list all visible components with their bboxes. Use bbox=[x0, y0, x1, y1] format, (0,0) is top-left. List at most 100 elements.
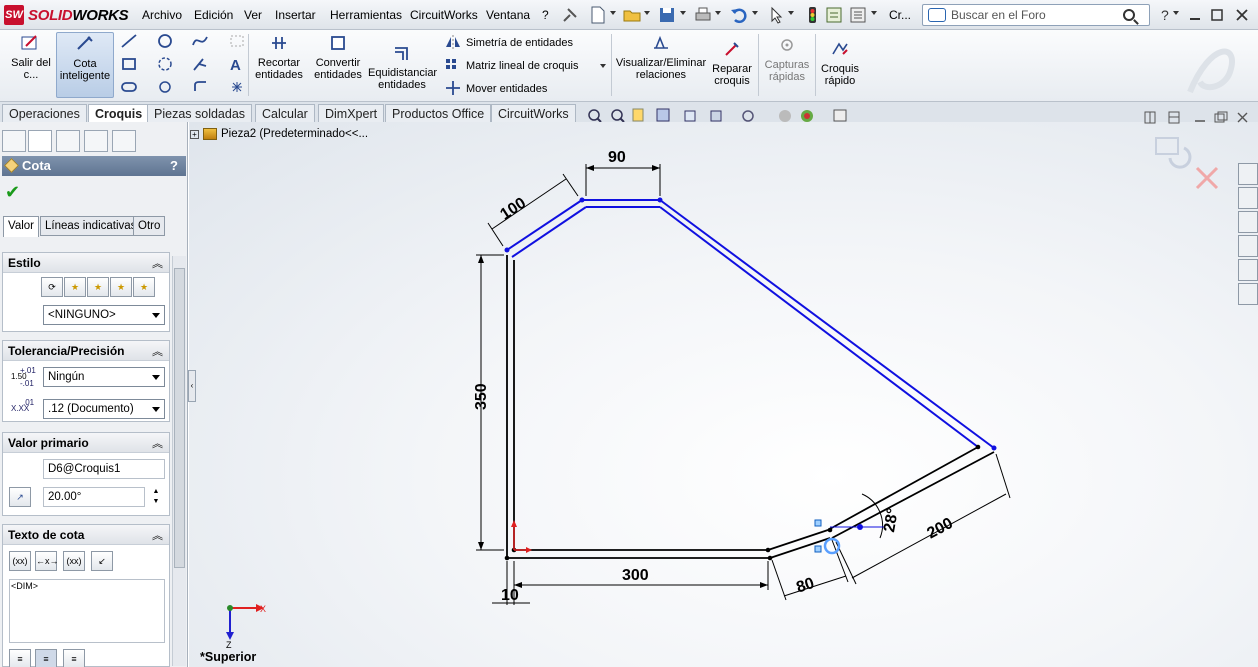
custom-properties-icon[interactable] bbox=[1238, 283, 1258, 305]
precision-combo[interactable]: .12 (Documento) bbox=[43, 399, 165, 419]
repair-sketch-button[interactable]: Reparar croquis bbox=[708, 38, 756, 87]
load-style-icon[interactable]: ★ bbox=[133, 277, 155, 297]
trim-corner-icon[interactable] bbox=[191, 79, 209, 95]
linear-pattern-button[interactable]: Matriz lineal de croquis bbox=[466, 60, 579, 72]
options-icon[interactable] bbox=[848, 5, 868, 25]
hide-show-items-icon[interactable] bbox=[742, 110, 754, 122]
resources-home-icon[interactable] bbox=[1238, 163, 1258, 185]
help-button[interactable]: ? bbox=[170, 158, 178, 173]
rectangle-tool-icon[interactable] bbox=[120, 56, 138, 72]
text-tool-icon[interactable]: A bbox=[228, 56, 246, 72]
view-settings-icon[interactable] bbox=[833, 109, 847, 122]
rebuild-traffic-light-icon[interactable] bbox=[802, 5, 822, 25]
fillet-tool-icon[interactable] bbox=[191, 56, 209, 72]
search-forum[interactable]: Buscar en el Foro bbox=[922, 4, 1150, 26]
view-palette-icon[interactable] bbox=[1238, 235, 1258, 257]
delete-style-icon[interactable]: ★ bbox=[87, 277, 109, 297]
exit-sketch-corner-icon[interactable] bbox=[1155, 137, 1192, 169]
tab-croquis[interactable]: Croquis bbox=[88, 104, 150, 123]
pm-tab-valor[interactable]: Valor bbox=[3, 216, 39, 237]
zoom-to-fit-icon[interactable] bbox=[588, 109, 602, 123]
menu-archivo[interactable]: Archivo bbox=[142, 8, 182, 22]
collapse-chevron-icon[interactable]: ︽ bbox=[152, 527, 163, 543]
print-icon[interactable] bbox=[693, 5, 713, 25]
menu-ver[interactable]: Ver bbox=[244, 8, 262, 22]
menu-help[interactable]: ? bbox=[542, 8, 549, 22]
save-dropdown[interactable] bbox=[680, 11, 686, 15]
pm-tab-lineas-indicativas[interactable]: Líneas indicativas bbox=[40, 216, 142, 236]
menu-herramientas[interactable]: Herramientas bbox=[330, 8, 402, 22]
close-app-icon[interactable] bbox=[1232, 5, 1252, 25]
insert-dim-button[interactable]: (xx) bbox=[9, 551, 31, 571]
feature-manager-icon[interactable] bbox=[2, 130, 26, 152]
tab-piezas-soldadas[interactable]: Piezas soldadas bbox=[147, 104, 253, 122]
options-dropdown[interactable] bbox=[871, 11, 877, 15]
graphics-area[interactable] bbox=[189, 122, 1258, 667]
move-entities-icon[interactable] bbox=[444, 80, 462, 96]
dimension-value-field[interactable]: 20.00° bbox=[43, 487, 145, 507]
menu-insertar[interactable]: Insertar bbox=[275, 8, 316, 22]
collapse-chevron-icon[interactable]: ︽ bbox=[152, 255, 163, 271]
pm-scrollbar[interactable] bbox=[172, 256, 186, 666]
polygon-tool-icon[interactable] bbox=[156, 79, 174, 95]
new-file-icon[interactable] bbox=[588, 5, 608, 25]
search-input[interactable]: Buscar en el Foro bbox=[951, 8, 1123, 22]
menu-edicion[interactable]: Edición bbox=[194, 8, 233, 22]
menu-circuitworks[interactable]: CircuitWorks bbox=[410, 8, 478, 22]
value-spinner[interactable]: ▲ ▼ bbox=[149, 487, 163, 507]
spline-tool-icon[interactable] bbox=[191, 33, 209, 49]
point-tool-icon[interactable] bbox=[228, 79, 246, 95]
align-left-icon[interactable]: ≡ bbox=[9, 649, 31, 667]
restore-app-icon[interactable] bbox=[1207, 5, 1227, 25]
configuration-manager-icon[interactable] bbox=[56, 130, 80, 152]
apply-default-style-icon[interactable]: ⟳ bbox=[41, 277, 63, 297]
insert-spacing-button[interactable]: ←x→ bbox=[35, 551, 59, 571]
previous-view-icon[interactable] bbox=[632, 108, 644, 122]
tab-productos-office[interactable]: Productos Office bbox=[385, 104, 492, 122]
view-orientation-icon[interactable] bbox=[684, 110, 696, 122]
offset-entities-button[interactable]: Equidistanciar entidades bbox=[368, 42, 437, 91]
save-icon[interactable] bbox=[657, 5, 677, 25]
restore-doc-icon[interactable] bbox=[1214, 111, 1228, 123]
construction-geometry-icon[interactable] bbox=[228, 33, 246, 49]
quick-snaps-button[interactable]: Capturas rápidas bbox=[762, 34, 812, 83]
file-properties-icon[interactable] bbox=[824, 5, 844, 25]
insert-parentheses-button[interactable]: (xx) bbox=[63, 551, 85, 571]
collapse-panel-handle[interactable]: ‹ bbox=[188, 370, 196, 402]
tolerance-type-combo[interactable]: Ningún bbox=[43, 367, 165, 387]
pm-tab-otro[interactable]: Otro bbox=[133, 216, 166, 236]
display-delete-relations-button[interactable]: Visualizar/Eliminar relaciones bbox=[615, 32, 707, 81]
feature-tree-flyout[interactable]: + Pieza2 (Predeterminado<<... bbox=[190, 128, 368, 140]
appearances-icon[interactable] bbox=[1238, 259, 1258, 281]
toolbar-overflow[interactable]: Cr... bbox=[889, 8, 911, 22]
undo-dropdown[interactable] bbox=[752, 11, 758, 15]
undo-icon[interactable] bbox=[729, 5, 749, 25]
arc-tool-icon[interactable] bbox=[156, 56, 174, 72]
exit-sketch-button[interactable]: Salir del c... bbox=[9, 32, 53, 98]
collapse-chevron-icon[interactable]: ︽ bbox=[152, 343, 163, 359]
pin-icon[interactable] bbox=[560, 5, 580, 25]
search-icon[interactable] bbox=[1123, 9, 1135, 21]
circle-tool-icon[interactable] bbox=[156, 33, 174, 49]
close-doc-icon[interactable] bbox=[1237, 112, 1248, 123]
tab-circuitworks[interactable]: CircuitWorks bbox=[491, 104, 576, 122]
help-icon[interactable]: ? bbox=[1156, 5, 1176, 25]
ok-check-button[interactable]: ✔ bbox=[5, 182, 20, 203]
linear-pattern-icon[interactable] bbox=[444, 57, 462, 73]
line-tool-icon[interactable] bbox=[120, 33, 138, 49]
display-style-icon[interactable] bbox=[710, 110, 722, 122]
tab-calcular[interactable]: Calcular bbox=[255, 104, 315, 122]
tab-dimxpert[interactable]: DimXpert bbox=[318, 104, 385, 122]
mirror-icon[interactable] bbox=[444, 34, 462, 50]
dimension-name-field[interactable]: D6@Croquis1 bbox=[43, 459, 165, 479]
select-dropdown[interactable] bbox=[788, 11, 794, 15]
align-right-icon[interactable]: ≡ bbox=[63, 649, 85, 667]
display-manager-icon[interactable] bbox=[112, 130, 136, 152]
pm-scrollbar-thumb[interactable] bbox=[174, 268, 185, 568]
inspection-dim-button[interactable]: ↙ bbox=[91, 551, 113, 571]
collapse-chevron-icon[interactable]: ︽ bbox=[152, 435, 163, 451]
cancel-corner-icon[interactable] bbox=[1195, 166, 1219, 190]
mirror-entities-button[interactable]: Simetría de entidades bbox=[466, 37, 573, 49]
dimxpert-manager-icon[interactable] bbox=[84, 130, 108, 152]
print-dropdown[interactable] bbox=[715, 11, 721, 15]
